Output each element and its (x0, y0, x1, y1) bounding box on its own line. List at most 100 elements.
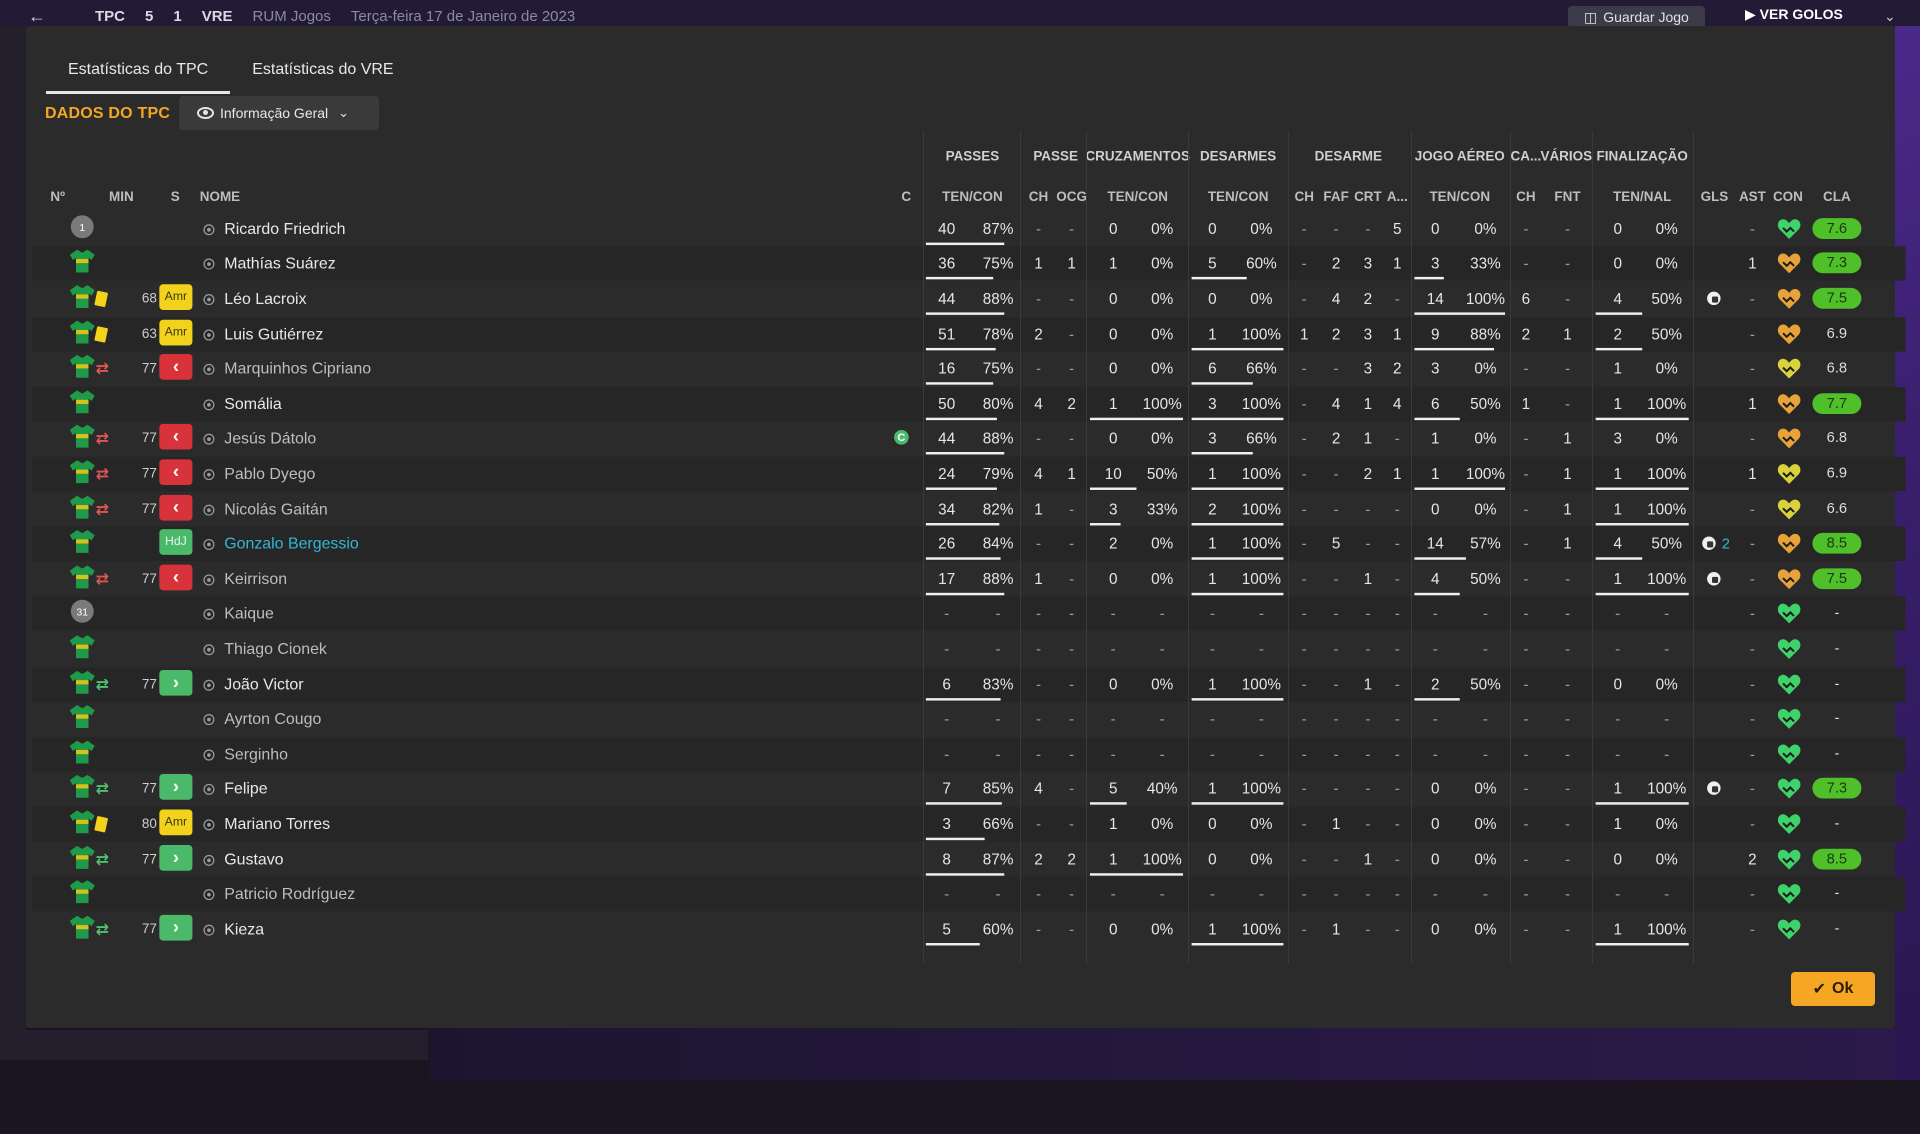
column-separator (1288, 131, 1290, 964)
table-row[interactable]: Patricio Rodríguez - - - - - - - - - - - - - - - - - - - - (31, 876, 1906, 912)
success-bar (925, 277, 993, 280)
condition-heart-icon (1777, 288, 1801, 316)
player-name[interactable]: Felipe (203, 772, 267, 806)
stat-value: 51 (938, 325, 956, 343)
back-arrow-icon[interactable]: ← (28, 6, 46, 27)
shirt-icon (69, 633, 96, 665)
sub-minute: 80 (141, 816, 157, 832)
player-name[interactable]: Gustavo (203, 842, 283, 876)
rating-badge: - (1834, 639, 1840, 657)
table-row[interactable]: 80 Amr Mariano Torres 3 66% - -1 0% 0 0% -1- -0 0% - -… (31, 806, 1906, 842)
condition-heart-icon (1777, 603, 1801, 631)
sub-minute: 77 (141, 571, 157, 587)
player-name[interactable]: Mariano Torres (203, 807, 330, 841)
success-bar (925, 942, 980, 946)
player-name[interactable]: Patricio Rodríguez (203, 877, 355, 911)
player-name[interactable]: Serginho (203, 737, 288, 771)
player-name[interactable]: João Victor (203, 667, 303, 701)
player-name[interactable]: Gonzalo Bergessio (203, 527, 359, 561)
stat-value: 0% (1655, 675, 1678, 693)
column-separator (923, 131, 925, 964)
stat-value: - (1663, 605, 1670, 623)
ok-button[interactable]: ✔ Ok (1791, 972, 1875, 1006)
stat-value: - (1663, 640, 1670, 658)
table-row[interactable]: Ayrton Cougo - - - - - - - - - - - - - - - - - - - - (32, 702, 1905, 736)
stat-value: 1 (1747, 255, 1757, 273)
person-icon (203, 573, 215, 586)
condition-heart-icon (1777, 638, 1801, 666)
table-row[interactable]: Mathías Suárez 36 75% 1 1 1 0% 5 60% -2 3 1 3 33% - -0 0… (31, 246, 1906, 281)
player-name[interactable]: Marquinhos Cipriano (203, 352, 371, 386)
player-name[interactable]: Kieza (203, 912, 264, 946)
sub-minute: 77 (141, 361, 157, 377)
player-name[interactable]: Kaique (203, 597, 274, 631)
player-name[interactable]: Léo Lacroix (203, 282, 306, 316)
table-row[interactable]: 63 Amr Luis Gutiérrez 51 78% 2-0 0% 1 100% 1 2 3 1 9 8… (31, 316, 1906, 351)
player-name-text: Léo Lacroix (224, 288, 307, 308)
person-icon (203, 468, 215, 480)
table-row[interactable]: ⇄ 77 ‹ Pablo Dyego 24 79% 4 1 10 50% 1 100% - -2 1 1 100… (31, 456, 1906, 491)
stat-value: 50% (1651, 325, 1682, 343)
subbed-off-badge: ‹ (159, 354, 193, 380)
stat-value: 100% (1646, 570, 1687, 588)
success-bar (1414, 487, 1505, 490)
player-name[interactable]: Somália (203, 387, 282, 421)
table-row[interactable]: ⇄ 77 ‹ Nicolás Gaitán 34 82% 1-3 33% 2 100% - - - -0 0… (32, 492, 1905, 526)
shirt-icon (69, 353, 96, 385)
table-row[interactable]: 31 Kaique - - - - - - - - - - - - - - - - - - - - (31, 596, 1906, 632)
stat-value: - (1749, 675, 1755, 693)
success-bar (925, 837, 985, 840)
save-icon: ◫ (1584, 8, 1598, 25)
player-name[interactable]: Nicolás Gaitán (203, 492, 328, 526)
table-row[interactable]: ⇄ 77 ‹ Jesús Dátolo C 44 88% - -0 0% 3 66% -2 1-1 0% -1… (32, 422, 1905, 456)
player-name-text: Keirrison (224, 569, 287, 588)
player-name[interactable]: Pablo Dyego (203, 457, 315, 491)
table-row[interactable]: ⇄ 77 ‹ Marquinhos Cipriano 16 75% - -0 0% 6 66% - -3… (32, 352, 1905, 386)
shirt-icon (69, 388, 96, 420)
success-bar (1414, 557, 1466, 560)
player-name[interactable]: Keirrison (203, 562, 287, 596)
chevron-down-icon[interactable]: ⌄ (1884, 8, 1896, 25)
success-bar (1089, 872, 1183, 875)
substitution-in-icon: ⇄ (95, 919, 109, 938)
table-row[interactable]: 1 Ricardo Friedrich 40 87% - -0 0% 0 0% - - -5 0 0% - -… (32, 212, 1905, 246)
player-name-text: Ayrton Cougo (224, 709, 322, 728)
table-row[interactable]: 68 Amr Léo Lacroix 44 88% - -0 0% 0 0% -4 2-14 100% 6… (32, 282, 1905, 316)
table-row[interactable]: Serginho - - - - - - - - - - - - - - - - - - - - (31, 736, 1906, 772)
table-row[interactable]: ⇄ 77 › Kieza 5 60% - -0 0% 1 100% -1- -0 0% - -1 100% - - (32, 912, 1905, 946)
stat-value: 17 (938, 570, 956, 588)
stat-value: 0% (1655, 815, 1678, 833)
shirt-icon (69, 703, 96, 735)
table-row[interactable]: ⇄ 77 ‹ Keirrison 17 88% 1-0 0% 1 100% - -1-4 50% - -1 1… (32, 562, 1905, 596)
view-goals-button[interactable]: ▶ VER GOLOS (1745, 6, 1843, 23)
player-name[interactable]: Mathías Suárez (203, 247, 336, 281)
table-row[interactable]: ⇄ 77 › Felipe 7 85% 4-5 40% 1 100% - - - -0 0% - -1 100% -… (32, 772, 1905, 806)
stat-value: 0% (1655, 220, 1678, 238)
table-row[interactable]: ⇄ 77 › Gustavo 8 87% 2 2 1 100% 0 0% - -1-0 0% - -0 0% 2 8.… (32, 842, 1905, 876)
player-name[interactable]: Thiago Cionek (203, 632, 327, 666)
table-row[interactable]: HdJ Gonzalo Bergessio 26 84% - -2 0% 1 100% -5- -1… (31, 526, 1906, 561)
yellow-card-badge: Amr (159, 284, 193, 310)
success-bar (925, 557, 1001, 560)
stat-value: 0% (1655, 850, 1678, 868)
player-name[interactable]: Ayrton Cougo (203, 702, 321, 736)
success-bar (925, 382, 993, 385)
player-name[interactable]: Jesús Dátolo (203, 422, 316, 456)
condition-heart-icon (1777, 393, 1801, 421)
person-icon (203, 363, 215, 375)
save-game-button[interactable]: ◫ Guardar Jogo (1568, 6, 1705, 28)
score-away: 1 (173, 8, 182, 25)
success-bar (1595, 802, 1689, 805)
table-row[interactable]: Somália 50 80% 4 2 1 100% 3 100% -4 1 4 6 50% 1-1 100% 1… (31, 386, 1906, 421)
player-name-text: Thiago Cionek (224, 639, 327, 658)
success-bar (1191, 417, 1284, 420)
person-icon (203, 854, 215, 866)
success-bar (1414, 592, 1460, 595)
table-row[interactable]: Thiago Cionek - - - - - - - - - - - - - - - - - - - - (32, 632, 1905, 666)
substitution-in-icon: ⇄ (95, 849, 109, 868)
table-row[interactable]: ⇄ 77 › João Victor 6 83% - -0 0% 1 100% - -1-2 50% - -0… (31, 666, 1906, 702)
player-name[interactable]: Ricardo Friedrich (203, 212, 345, 246)
stat-value: 50% (1651, 535, 1682, 553)
player-name[interactable]: Luis Gutiérrez (203, 317, 323, 351)
success-bar (1191, 557, 1284, 560)
